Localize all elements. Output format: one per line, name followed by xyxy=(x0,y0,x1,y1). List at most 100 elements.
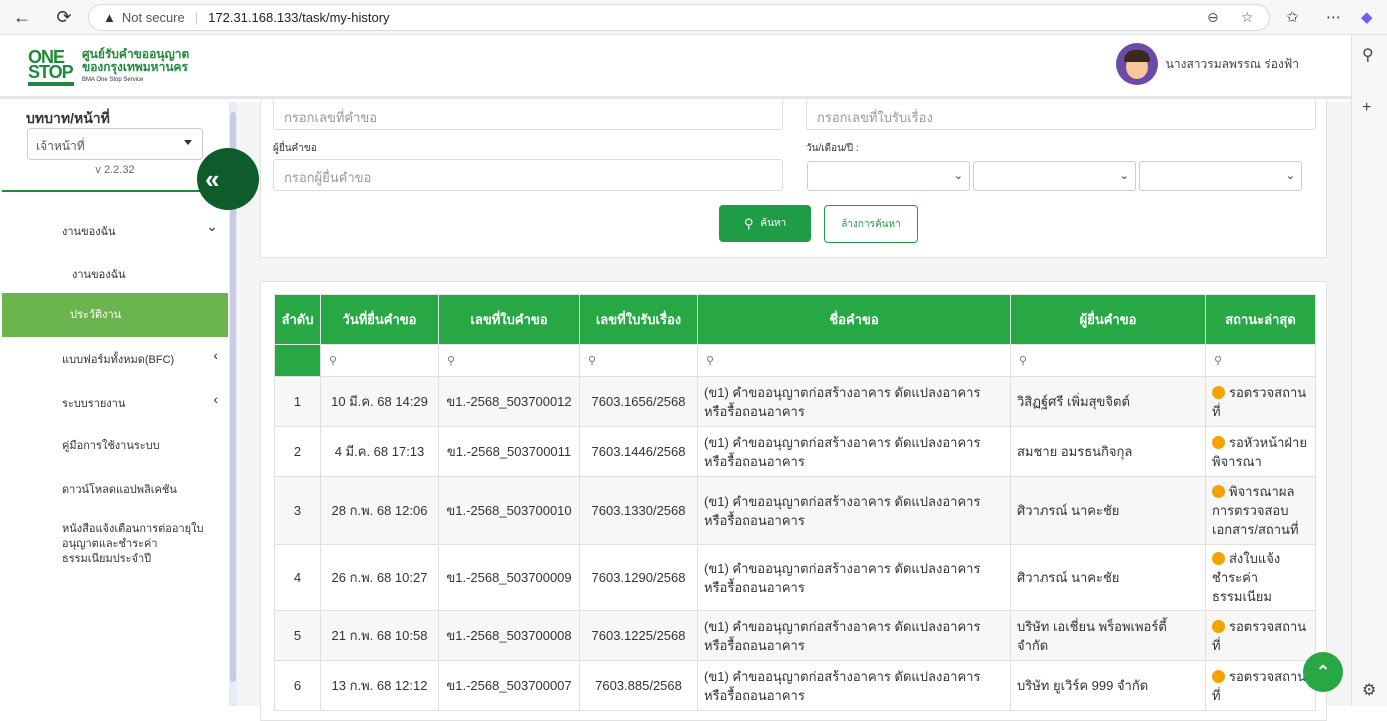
avatar[interactable] xyxy=(1115,43,1158,85)
role-select[interactable]: เจ้าหน้าที่ xyxy=(27,128,203,160)
search-icon: ⚲ xyxy=(329,355,338,367)
request-no-input[interactable]: กรอกเลขที่คำขอ xyxy=(273,100,783,130)
cell-receipt-no-text: 7603.1330/2568 xyxy=(591,503,686,518)
table-row[interactable]: 6 13 ก.พ. 68 12:12 ข1.-2568_503700007 7603.… xyxy=(274,660,1316,711)
cell-receipt-no-text: 7603.1656/2568 xyxy=(591,394,686,409)
cell-date: 10 มี.ค. 68 14:29 xyxy=(320,376,439,427)
cell-no-text: 3 xyxy=(293,503,302,518)
scroll-to-top-button[interactable]: ⌃ xyxy=(1303,652,1343,692)
day-select[interactable]: ⌄ xyxy=(807,161,970,191)
cell-applicant-text: ศิวาภรณ์ นาคะชัย xyxy=(1017,503,1120,518)
clear-search-button[interactable]: ล้างการค้นหา xyxy=(824,205,918,243)
search-button[interactable]: ⚲ ค้นหา xyxy=(719,205,811,242)
search-button-label: ค้นหา xyxy=(760,218,787,229)
sidebar-item-reports[interactable]: ระบบรายงาน ‹ xyxy=(2,391,228,412)
col-header-request-name[interactable]: ชื่อคำขอ xyxy=(697,294,1011,345)
table-row[interactable]: 3 28 ก.พ. 68 12:06 ข1.-2568_503700010 7603.… xyxy=(274,476,1316,545)
cell-no-text: 5 xyxy=(293,628,302,643)
filter-request-name[interactable]: ⚲ xyxy=(697,344,1011,377)
search-icon: ⚲ xyxy=(1019,355,1028,367)
reload-icon[interactable]: ⟳ xyxy=(50,3,78,31)
role-title: บทบาท/หน้าที่ xyxy=(26,110,110,126)
cell-applicant: ศิวาภรณ์ นาคะชัย xyxy=(1010,544,1206,611)
logo-mark: ONE STOP xyxy=(28,48,78,86)
col-header-receipt-no[interactable]: เลขที่ใบรับเรื่อง xyxy=(579,294,698,345)
receipt-no-input[interactable]: กรอกเลขที่ใบรับเรื่อง xyxy=(806,100,1316,130)
user-menu[interactable]: นางสาวรมลพรรณ ร่องฟ้า xyxy=(1115,43,1299,85)
cell-receipt-no: 7603.1290/2568 xyxy=(579,544,698,611)
sidebar-item-my-tasks[interactable]: งานของฉัน ⌄ xyxy=(2,218,228,240)
zoom-icon[interactable]: ⊖ xyxy=(1207,9,1219,26)
cell-status-text: รอหัวหน้าฝ่ายพิจารณา xyxy=(1212,434,1307,469)
status-dot-icon xyxy=(1212,485,1225,498)
warning-icon[interactable]: ▲ xyxy=(103,10,116,25)
cell-applicant-text: บริษัท เอเชี่ยน พร็อพเพอร์ตี้ จำกัด xyxy=(1017,618,1167,653)
search-icon[interactable]: ⚲ xyxy=(1362,45,1374,65)
sidebar-item-all-forms[interactable]: แบบฟอร์มทั้งหมด(BFC) ‹ xyxy=(2,347,228,368)
date-label: วัน/เดือน/ปี : xyxy=(806,143,859,154)
status-dot-icon xyxy=(1212,385,1225,399)
app-version: v 2.2.32 xyxy=(95,164,135,176)
cell-date-text: 13 ก.พ. 68 12:12 xyxy=(331,678,428,693)
search-icon: ⚲ xyxy=(706,355,715,367)
sidebar-subitem-history[interactable]: ประวัติงาน xyxy=(2,293,228,337)
clear-button-label: ล้างการค้นหา xyxy=(841,218,901,230)
sidebar-item-label: คู่มือการใช้งานระบบ xyxy=(62,440,160,452)
address-bar[interactable]: ▲ Not secure | 172.31.168.133/task/my-hi… xyxy=(88,4,1270,31)
applicant-placeholder: กรอกผู้ยื่นคำขอ xyxy=(284,170,372,185)
cell-no: 3 xyxy=(274,476,321,545)
cell-request-no: ข1.-2568_503700007 xyxy=(438,660,580,711)
table-row[interactable]: 4 26 ก.พ. 68 10:27 ข1.-2568_503700009 7603.… xyxy=(274,544,1316,611)
sidebar-divider xyxy=(2,190,228,192)
history-table: ลำดับ วันที่ยื่นคำขอ เลขที่ใบคำขอ เลขที่… xyxy=(274,294,1316,711)
applicant-input[interactable]: กรอกผู้ยื่นคำขอ xyxy=(273,159,783,191)
star-icon[interactable]: ☆ xyxy=(1241,9,1254,26)
table-row[interactable]: 2 4 มี.ค. 68 17:13 ข1.-2568_503700011 7603.… xyxy=(274,426,1316,477)
filter-applicant[interactable]: ⚲ xyxy=(1010,344,1206,377)
add-icon[interactable]: + xyxy=(1362,99,1371,117)
month-select[interactable]: ⌄ xyxy=(973,161,1136,191)
cell-no: 5 xyxy=(274,610,321,661)
sidebar-item-manual[interactable]: คู่มือการใช้งานระบบ xyxy=(2,436,228,454)
cell-receipt-no: 7603.1330/2568 xyxy=(579,476,698,545)
favorites-icon[interactable]: ✩ xyxy=(1286,8,1299,26)
table-row[interactable]: 1 10 มี.ค. 68 14:29 ข1.-2568_503700012 7603… xyxy=(274,376,1316,427)
not-secure-label[interactable]: Not secure xyxy=(122,10,185,25)
filter-receipt-no[interactable]: ⚲ xyxy=(579,344,698,377)
cell-request-no: ข1.-2568_503700009 xyxy=(438,544,580,611)
request-no-placeholder: กรอกเลขที่คำขอ xyxy=(284,110,378,125)
sidebar-item-label: ระบบรายงาน xyxy=(62,398,126,410)
copilot-icon[interactable]: ◆ xyxy=(1361,8,1373,26)
bma-logo[interactable]: ONE STOP ศูนย์รับคำขออนุญาต ของกรุงเทพมห… xyxy=(28,48,189,87)
cell-no-text: 6 xyxy=(293,678,302,693)
filter-status[interactable]: ⚲ xyxy=(1205,344,1316,377)
year-select[interactable]: ⌄ xyxy=(1139,161,1302,191)
filter-request-no[interactable]: ⚲ xyxy=(438,344,580,377)
url-text[interactable]: 172.31.168.133/task/my-history xyxy=(208,10,389,25)
cell-receipt-no-text: 7603.885/2568 xyxy=(595,678,682,693)
table-row[interactable]: 5 21 ก.พ. 68 10:58 ข1.-2568_503700008 7603.… xyxy=(274,610,1316,661)
settings-icon[interactable]: ⚙ xyxy=(1362,680,1376,700)
sidebar-subitem-my-tasks[interactable]: งานของฉัน xyxy=(2,265,228,283)
col-header-status[interactable]: สถานะล่าสุด xyxy=(1205,294,1316,345)
sidebar-item-download-app[interactable]: ดาวน์โหลดแอปพลิเคชัน xyxy=(2,480,228,498)
collapse-sidebar-button[interactable]: « xyxy=(197,148,259,210)
more-icon[interactable]: ⋯ xyxy=(1326,8,1341,26)
sidebar-item-label: งานของฉัน xyxy=(62,226,116,238)
col-header-request-no[interactable]: เลขที่ใบคำขอ xyxy=(438,294,580,345)
cell-no-text: 1 xyxy=(293,394,302,409)
filter-date[interactable]: ⚲ xyxy=(320,344,439,377)
cell-receipt-no: 7603.1225/2568 xyxy=(579,610,698,661)
back-icon[interactable]: ← xyxy=(8,3,36,31)
logo-text: ศูนย์รับคำขออนุญาต ของกรุงเทพมหานคร BMA … xyxy=(82,48,189,87)
sidebar-item-label: ประวัติงาน xyxy=(70,309,122,321)
cell-receipt-no-text: 7603.1446/2568 xyxy=(591,444,686,459)
sidebar-item-renewal-notice[interactable]: หนังสือแจ้งเตือนการต่ออายุใบอนุญาตและชำร… xyxy=(2,522,212,567)
user-name[interactable]: นางสาวรมลพรรณ ร่องฟ้า xyxy=(1166,55,1299,74)
col-header-no[interactable]: ลำดับ xyxy=(274,294,321,345)
sidebar-item-label: แบบฟอร์มทั้งหมด(BFC) xyxy=(62,354,175,366)
col-header-applicant[interactable]: ผู้ยื่นคำขอ xyxy=(1010,294,1206,345)
col-header-date[interactable]: วันที่ยื่นคำขอ xyxy=(320,294,439,345)
caret-down-icon xyxy=(184,140,192,145)
filter-cell-empty xyxy=(274,344,321,377)
